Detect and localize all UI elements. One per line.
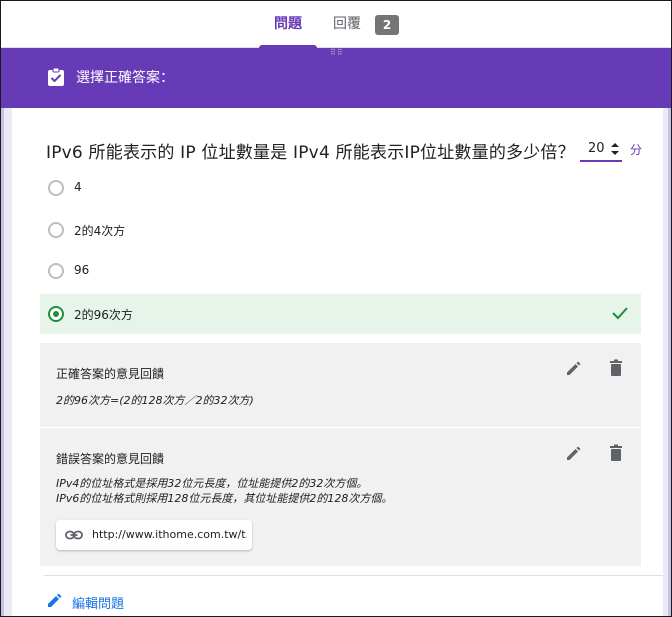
correct-feedback-text: 2的96次方=(2的128次方／2的32次方)	[56, 394, 254, 407]
pencil-icon[interactable]	[563, 442, 585, 464]
points-stepper[interactable]: 20	[580, 138, 622, 162]
divider	[44, 575, 663, 576]
trash-icon[interactable]	[605, 357, 627, 379]
spinner-arrows-icon[interactable]	[610, 142, 620, 156]
assignment-check-icon	[48, 67, 64, 86]
points-unit: 分	[630, 143, 643, 157]
wrong-feedback-line-1: IPv4的位址格式是採用32位元長度，位址能提供2的32次方個。	[56, 477, 368, 490]
pencil-icon[interactable]	[563, 357, 585, 379]
option-label: 2的96次方	[74, 308, 133, 322]
points-value: 20	[588, 141, 605, 156]
wrong-feedback-panel: 錯誤答案的意見回饋 IPv4的位址格式是採用32位元長度，位址能提供2的32次方…	[40, 428, 641, 566]
wrong-feedback-title: 錯誤答案的意見回饋	[56, 452, 165, 466]
pencil-icon	[48, 593, 62, 607]
correct-feedback-title: 正確答案的意見回饋	[56, 367, 165, 381]
link-url: http://www.ithome.com.tw/t...	[92, 528, 247, 541]
question-title: IPv6 所能表示的 IP 位址數量是 IPv4 所能表示IP位址數量的多少倍？	[46, 143, 575, 163]
radio-button-selected[interactable]	[48, 306, 64, 322]
edit-question-label: 編輯問題	[72, 597, 125, 612]
tab-responses-label: 回覆	[333, 16, 361, 32]
tab-bar: 問題 回覆 2	[1, 1, 671, 48]
tab-questions[interactable]: 問題	[259, 1, 317, 48]
radio-button[interactable]	[48, 222, 64, 238]
response-count-badge: 2	[375, 15, 399, 35]
trash-icon[interactable]	[605, 442, 627, 464]
link-icon	[65, 530, 83, 540]
option-label: 2的4次方	[74, 224, 126, 238]
radio-button[interactable]	[48, 263, 64, 279]
answer-key-label: 選擇正確答案：	[76, 70, 174, 86]
option-label: 4	[74, 180, 82, 194]
tab-questions-label: 問題	[274, 16, 302, 32]
right-side-strip	[663, 48, 671, 616]
wrong-feedback-line-2: IPv6的位址格式則採用128位元長度，其位址能提供2的128次方個。	[56, 492, 393, 505]
correct-feedback-panel: 正確答案的意見回饋 2的96次方=(2的128次方／2的32次方)	[40, 343, 641, 427]
option-item-correct[interactable]: 2的96次方	[40, 294, 641, 334]
radio-button[interactable]	[48, 180, 64, 196]
link-chip[interactable]: http://www.ithome.com.tw/t...	[56, 520, 252, 550]
left-side-strip	[1, 48, 12, 616]
drag-handle-icon[interactable]: ⠿⠿	[330, 49, 344, 59]
option-item[interactable]: 96	[40, 251, 641, 291]
option-item[interactable]: 2的4次方	[40, 210, 641, 250]
tab-responses[interactable]: 回覆 2	[333, 1, 413, 48]
checkmark-icon	[612, 307, 628, 320]
option-label: 96	[74, 263, 90, 277]
question-card: 選擇正確答案： ⠿⠿ IPv6 所能表示的 IP 位址數量是 IPv4 所能表示…	[12, 48, 663, 617]
option-item[interactable]: 4	[40, 168, 641, 208]
